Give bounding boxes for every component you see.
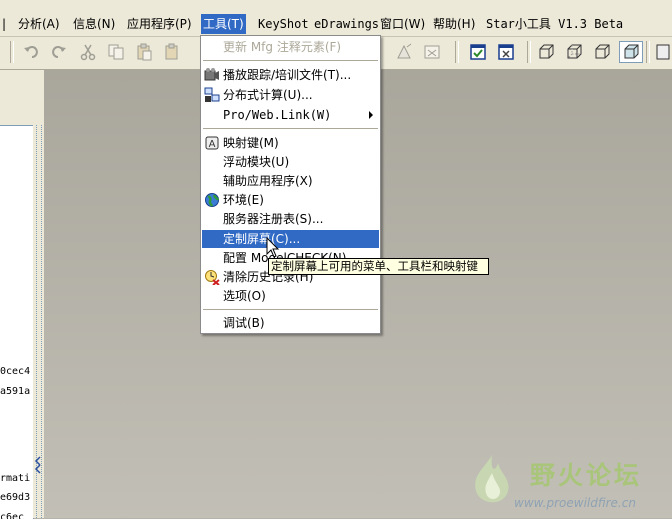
paste-special-icon[interactable] [160,41,184,63]
menu-item-environment[interactable]: 环境(E) [202,191,379,209]
menu-analysis[interactable]: 分析(A) [16,14,62,34]
menu-item-distributed-computing[interactable]: 分布式计算(U)... [202,86,379,104]
wireframe-icon[interactable] [534,41,558,63]
menu-star-tool[interactable]: Star小工具 V1.3 Beta [484,14,625,34]
tree-line[interactable]: rmati [0,473,30,484]
undo-icon[interactable] [20,41,44,63]
menu-item-floating-modules[interactable]: 浮动模块(U) [202,153,379,171]
toolbar-separator [455,41,459,63]
menu-item-update-mfg: 更新 Mfg 注释元素(F) [223,40,342,54]
submenu-arrow-icon [369,111,373,119]
shading-icon[interactable] [619,41,643,63]
tree-line[interactable]: 0cec4 [0,366,30,377]
mapkey-icon: A [205,136,219,150]
menu-separator [203,60,378,61]
toolbar-separator [10,41,14,63]
hidden-line-icon[interactable] [562,41,586,63]
watermark-title: 野火论坛 [530,461,643,490]
clear-history-icon [205,270,220,285]
copy-icon[interactable] [104,41,128,63]
watermark-url: www.proewildfire.cn [514,496,636,510]
menu-item-debug[interactable]: 调试(B) [202,314,379,332]
close-window-icon[interactable] [494,41,518,63]
svg-text:A: A [209,139,216,150]
collapse-left-icon[interactable] [34,455,42,475]
panel-splitter[interactable] [33,125,44,518]
environment-icon [205,193,220,207]
mouse-cursor-icon [266,237,280,258]
tree-line[interactable]: a591a [0,386,30,397]
menu-item-customize-screen[interactable]: 定制屏幕(C)... [202,230,379,248]
menu-item-mapkeys[interactable]: A 映射键(M) [202,134,379,152]
menu-tools[interactable]: 工具(T) [201,14,246,34]
left-panel: 0cec4 a591a rmati e69d3 c6ec [0,70,44,519]
menu-item-pro-web-link[interactable]: Pro/Web.Link(W) [202,106,379,124]
cut-icon[interactable] [76,41,100,63]
menu-info[interactable]: 信息(N) [71,14,117,34]
menu-item-server-registry[interactable]: 服务器注册表(S)... [202,210,379,228]
menu-help[interactable]: 帮助(H) [431,14,477,34]
menu-item-prev: | [2,17,7,31]
redo-icon[interactable] [46,41,70,63]
enhanced-realism-icon[interactable] [650,41,672,63]
menu-window[interactable]: 窗口(W) [378,14,427,34]
menu-item-options[interactable]: 选项(O) [202,287,379,305]
paste-icon[interactable] [132,41,156,63]
regenerate-icon[interactable] [392,41,416,63]
menu-edrawings[interactable]: eDrawings [312,14,381,34]
window-activate-icon[interactable] [466,41,490,63]
regen-manager-icon[interactable] [420,41,444,63]
toolbar-separator [527,41,531,63]
trail-playback-icon [204,68,219,81]
menu-separator [203,128,378,129]
tools-dropdown-menu: 更新 Mfg 注释元素(F) 播放跟踪/培训文件(T)... 分布式计算(U).… [200,35,381,334]
tooltip: 定制屏幕上可用的菜单、工具栏和映射键 [268,258,489,275]
watermark: 野火论坛 www.proewildfire.cn [462,451,672,518]
menu-item-play-trail[interactable]: 播放跟踪/培训文件(T)... [202,66,379,84]
tree-line[interactable]: e69d3 [0,492,30,503]
no-hidden-icon[interactable] [590,41,614,63]
menu-applications[interactable]: 应用程序(P) [125,14,194,34]
distributed-computing-icon [204,87,220,102]
menu-separator [203,309,378,310]
menu-keyshot[interactable]: KeyShot [256,14,311,34]
menu-bar: | 分析(A) 信息(N) 应用程序(P) 工具(T) KeyShot eDra… [0,0,672,37]
menu-item-auxiliary-apps[interactable]: 辅助应用程序(X) [202,172,379,190]
model-tree[interactable]: 0cec4 a591a rmati e69d3 c6ec [0,125,34,519]
forum-logo-icon [475,455,509,503]
